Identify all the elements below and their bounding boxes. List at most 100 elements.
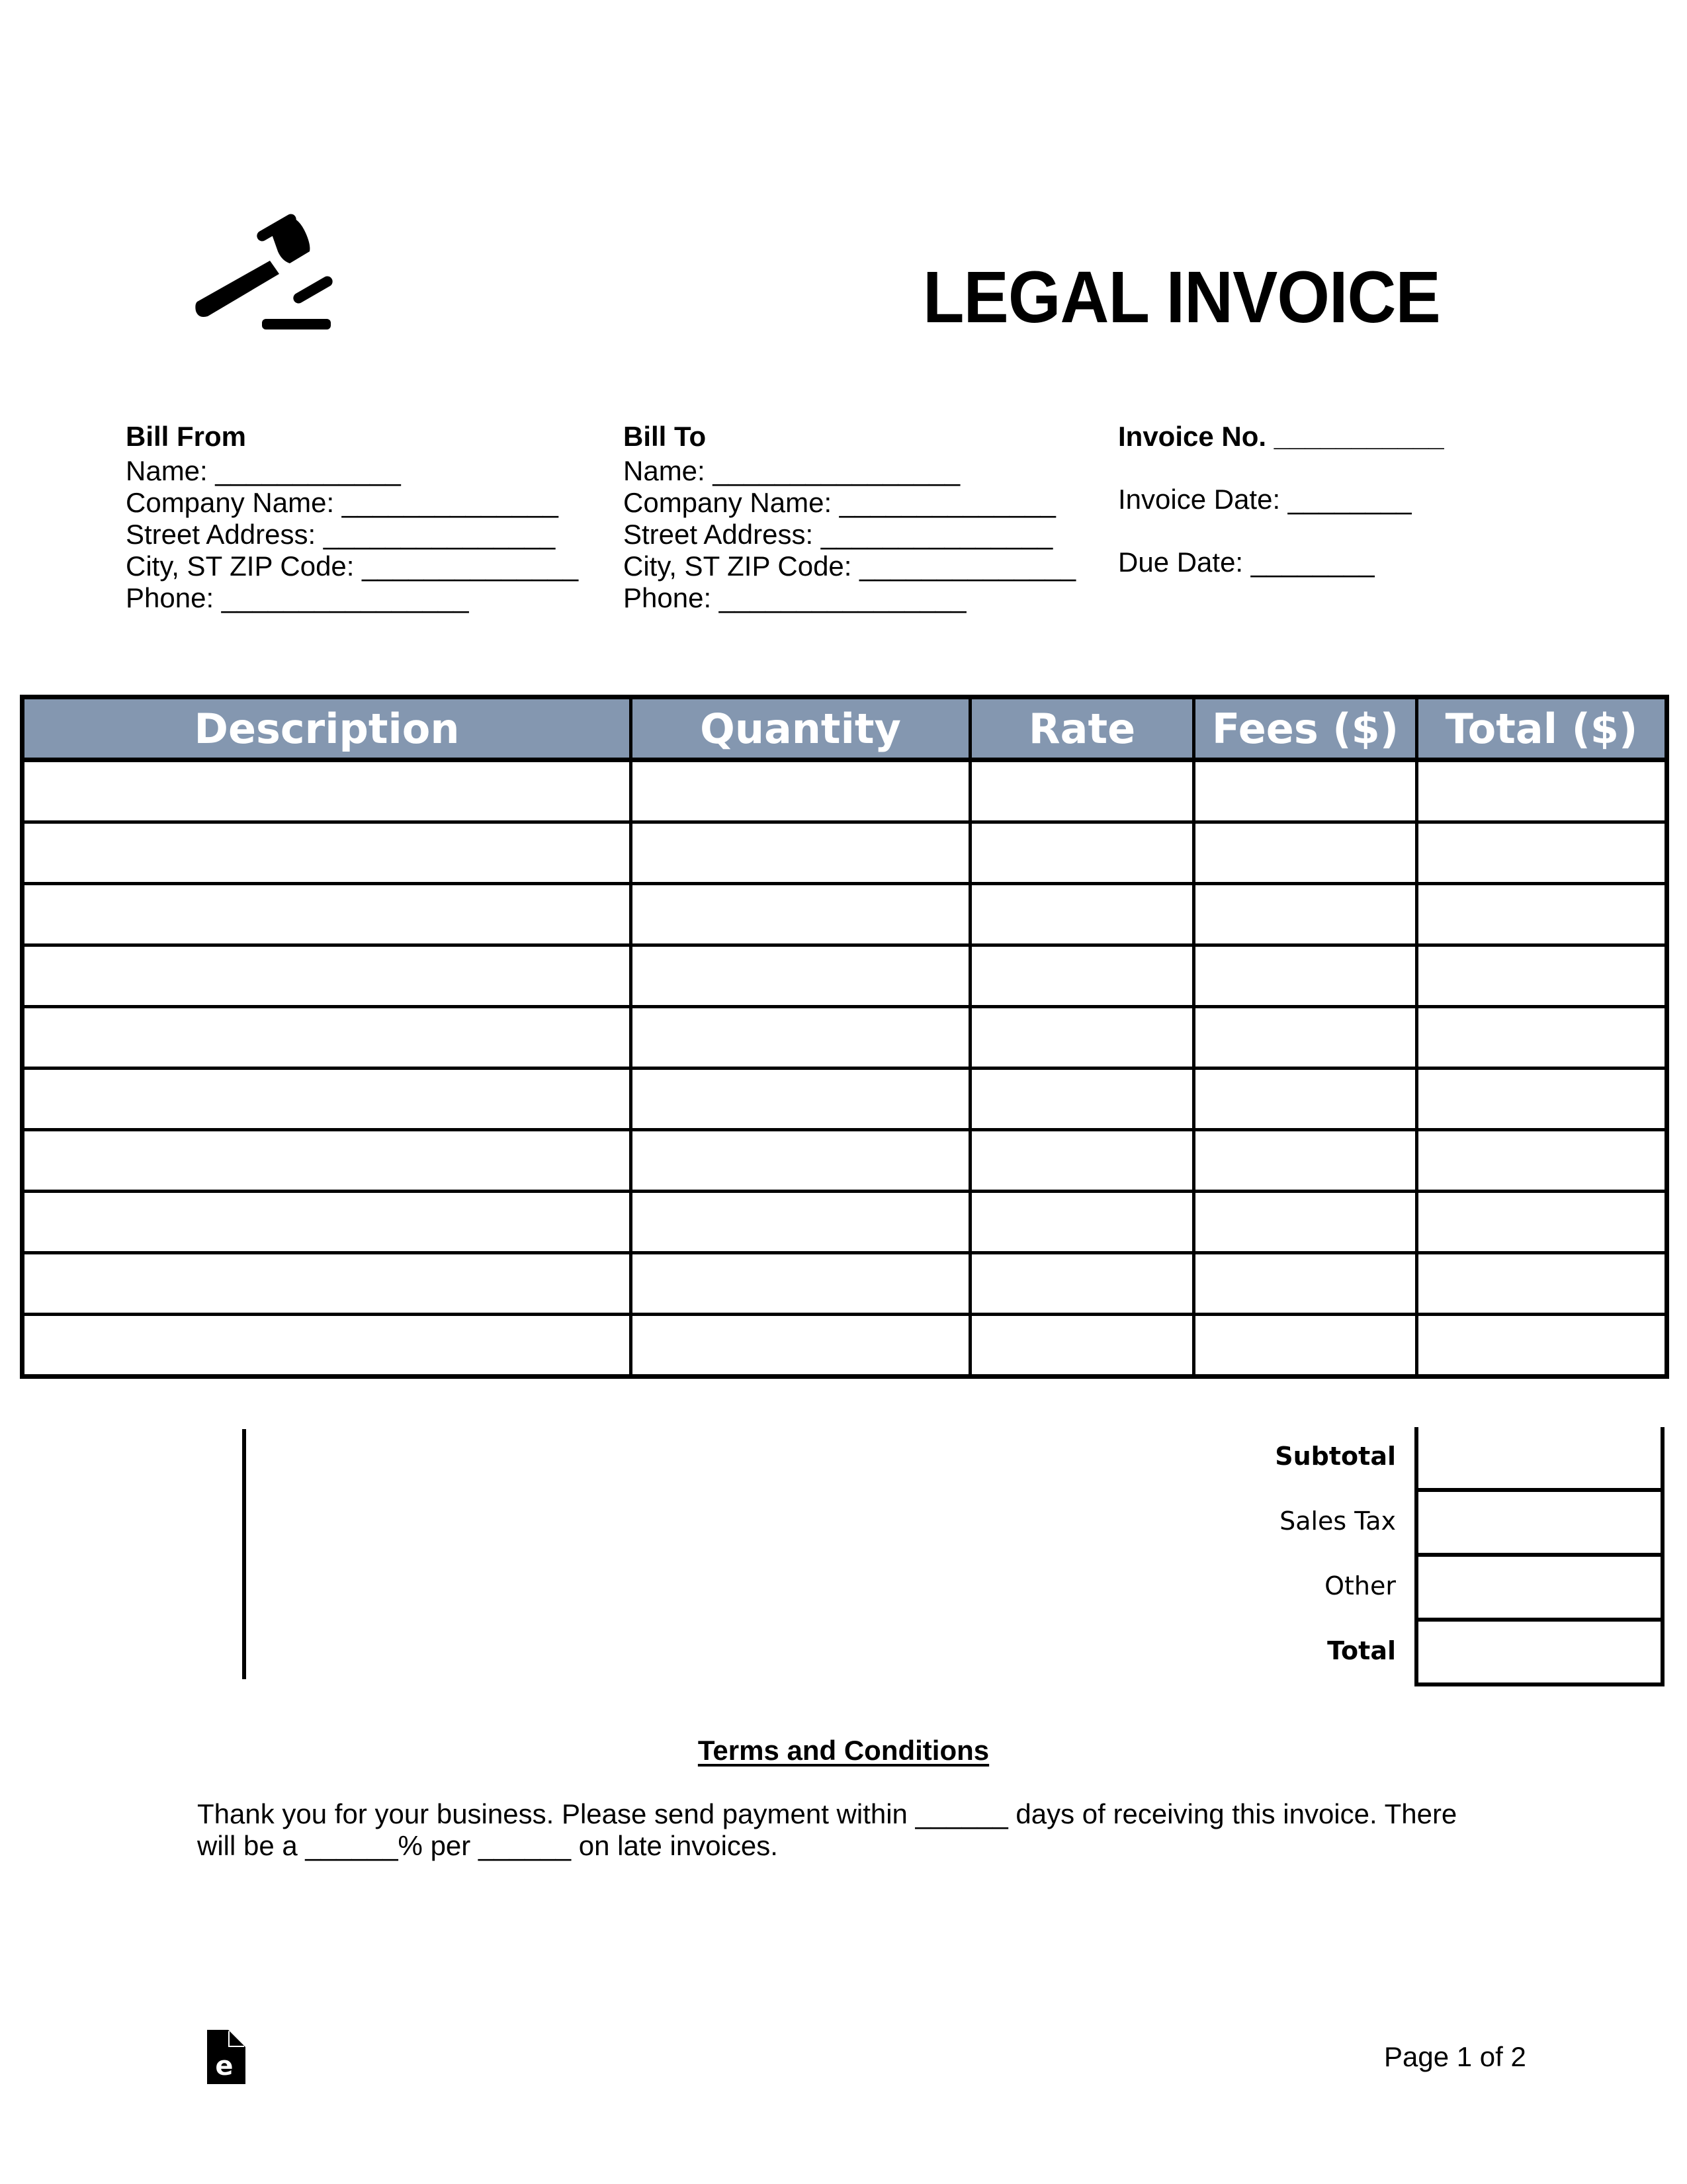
cell-total[interactable] xyxy=(1415,1313,1669,1379)
cell-quantity[interactable] xyxy=(629,820,972,885)
cell-rate[interactable] xyxy=(969,758,1195,824)
bill-to-phone-field[interactable]: Phone: ________________ xyxy=(623,582,1076,614)
cell-description[interactable] xyxy=(20,1190,632,1254)
cell-fees[interactable] xyxy=(1192,1128,1418,1193)
bill-from-company-field[interactable]: Company Name: ______________ xyxy=(126,487,578,519)
due-date-field[interactable]: Due Date: ________ xyxy=(1118,546,1444,578)
cell-description[interactable] xyxy=(20,758,632,824)
cell-total[interactable] xyxy=(1415,1067,1669,1131)
cell-description[interactable] xyxy=(20,1005,632,1070)
cell-rate[interactable] xyxy=(969,1005,1195,1070)
cell-description[interactable] xyxy=(20,1313,632,1379)
cell-rate[interactable] xyxy=(969,882,1195,947)
terms-heading: Terms and Conditions xyxy=(697,1735,990,1766)
subtotal-label: Subtotal xyxy=(1275,1442,1396,1471)
cell-description[interactable] xyxy=(20,1128,632,1193)
bill-to-company-field[interactable]: Company Name: ______________ xyxy=(623,487,1076,519)
cell-quantity[interactable] xyxy=(629,758,972,824)
sales-tax-row[interactable]: Sales Tax xyxy=(1279,1492,1665,1557)
cell-fees[interactable] xyxy=(1192,1005,1418,1070)
cell-quantity[interactable] xyxy=(629,1251,972,1316)
cell-quantity[interactable] xyxy=(629,1128,972,1193)
column-header-quantity: Quantity xyxy=(629,695,972,762)
invoice-date-field[interactable]: Invoice Date: ________ xyxy=(1118,484,1444,515)
cell-total[interactable] xyxy=(1415,1190,1669,1254)
line-items-table: Description Quantity Rate Fees ($) Total… xyxy=(20,695,1669,1379)
total-label: Total xyxy=(1327,1636,1396,1665)
cell-rate[interactable] xyxy=(969,1067,1195,1131)
cell-total[interactable] xyxy=(1415,882,1669,947)
column-header-description: Description xyxy=(20,695,632,762)
bill-to-section: Bill To Name: ________________ Company N… xyxy=(623,421,1076,614)
cell-rate[interactable] xyxy=(969,1313,1195,1379)
cell-fees[interactable] xyxy=(1192,943,1418,1008)
cell-quantity[interactable] xyxy=(629,1005,972,1070)
cell-quantity[interactable] xyxy=(629,882,972,947)
bill-from-street-field[interactable]: Street Address: _______________ xyxy=(126,519,578,550)
cell-fees[interactable] xyxy=(1192,1067,1418,1131)
cell-fees[interactable] xyxy=(1192,882,1418,947)
sales-tax-label: Sales Tax xyxy=(1279,1507,1396,1536)
column-header-fees: Fees ($) xyxy=(1192,695,1418,762)
cell-rate[interactable] xyxy=(969,943,1195,1008)
cell-description[interactable] xyxy=(20,820,632,885)
table-row xyxy=(20,943,1669,1008)
bill-to-street-field[interactable]: Street Address: _______________ xyxy=(623,519,1076,550)
other-row[interactable]: Other xyxy=(1324,1557,1665,1622)
cell-quantity[interactable] xyxy=(629,1190,972,1254)
cell-total[interactable] xyxy=(1415,758,1669,824)
bill-from-heading: Bill From xyxy=(126,421,247,452)
cell-description[interactable] xyxy=(20,1251,632,1316)
cell-quantity[interactable] xyxy=(629,943,972,1008)
table-row xyxy=(20,1128,1669,1193)
cell-fees[interactable] xyxy=(1192,758,1418,824)
cell-description[interactable] xyxy=(20,882,632,947)
cell-total[interactable] xyxy=(1415,1251,1669,1316)
cell-total[interactable] xyxy=(1415,820,1669,885)
cell-fees[interactable] xyxy=(1192,1190,1418,1254)
cell-rate[interactable] xyxy=(969,820,1195,885)
cell-quantity[interactable] xyxy=(629,1313,972,1379)
total-row[interactable]: Total xyxy=(1327,1622,1665,1686)
cell-quantity[interactable] xyxy=(629,1067,972,1131)
document-title: LEGAL INVOICE xyxy=(923,257,1441,338)
bill-to-heading: Bill To xyxy=(623,421,707,452)
table-row xyxy=(20,1067,1669,1131)
cell-description[interactable] xyxy=(20,1067,632,1131)
table-row xyxy=(20,1005,1669,1070)
gavel-icon xyxy=(195,214,333,329)
page-number: Page 1 of 2 xyxy=(1384,2041,1526,2072)
document-e-icon: e xyxy=(207,2030,245,2084)
table-row xyxy=(20,758,1669,824)
totals-section: Subtotal Sales Tax Other Total xyxy=(1275,1427,1665,1686)
bill-to-name-field[interactable]: Name: ________________ xyxy=(623,455,1076,487)
cell-description[interactable] xyxy=(20,943,632,1008)
table-row xyxy=(20,1190,1669,1254)
other-label: Other xyxy=(1324,1571,1396,1600)
bill-from-name-field[interactable]: Name: ____________ xyxy=(126,455,578,487)
table-header-row: Description Quantity Rate Fees ($) Total… xyxy=(20,695,1669,762)
bill-from-phone-field[interactable]: Phone: ________________ xyxy=(126,582,578,614)
bill-from-section: Bill From Name: ____________ Company Nam… xyxy=(126,421,578,614)
invoice-meta-section: Invoice No. ___________ Invoice Date: __… xyxy=(1118,421,1444,609)
notes-divider-line xyxy=(242,1429,246,1679)
cell-rate[interactable] xyxy=(969,1128,1195,1193)
column-header-rate: Rate xyxy=(969,695,1195,762)
bill-to-city-field[interactable]: City, ST ZIP Code: ______________ xyxy=(623,550,1076,582)
table-row xyxy=(20,882,1669,947)
cell-total[interactable] xyxy=(1415,1128,1669,1193)
svg-text:e: e xyxy=(215,2051,233,2081)
cell-fees[interactable] xyxy=(1192,820,1418,885)
bill-from-city-field[interactable]: City, ST ZIP Code: ______________ xyxy=(126,550,578,582)
cell-fees[interactable] xyxy=(1192,1313,1418,1379)
cell-fees[interactable] xyxy=(1192,1251,1418,1316)
table-row xyxy=(20,820,1669,885)
cell-rate[interactable] xyxy=(969,1190,1195,1254)
terms-text: Thank you for your business. Please send… xyxy=(197,1798,1457,1861)
cell-total[interactable] xyxy=(1415,1005,1669,1070)
column-header-total: Total ($) xyxy=(1415,695,1669,762)
cell-rate[interactable] xyxy=(969,1251,1195,1316)
invoice-number-field[interactable]: Invoice No. ___________ xyxy=(1118,421,1444,453)
subtotal-row[interactable]: Subtotal xyxy=(1275,1427,1665,1492)
cell-total[interactable] xyxy=(1415,943,1669,1008)
